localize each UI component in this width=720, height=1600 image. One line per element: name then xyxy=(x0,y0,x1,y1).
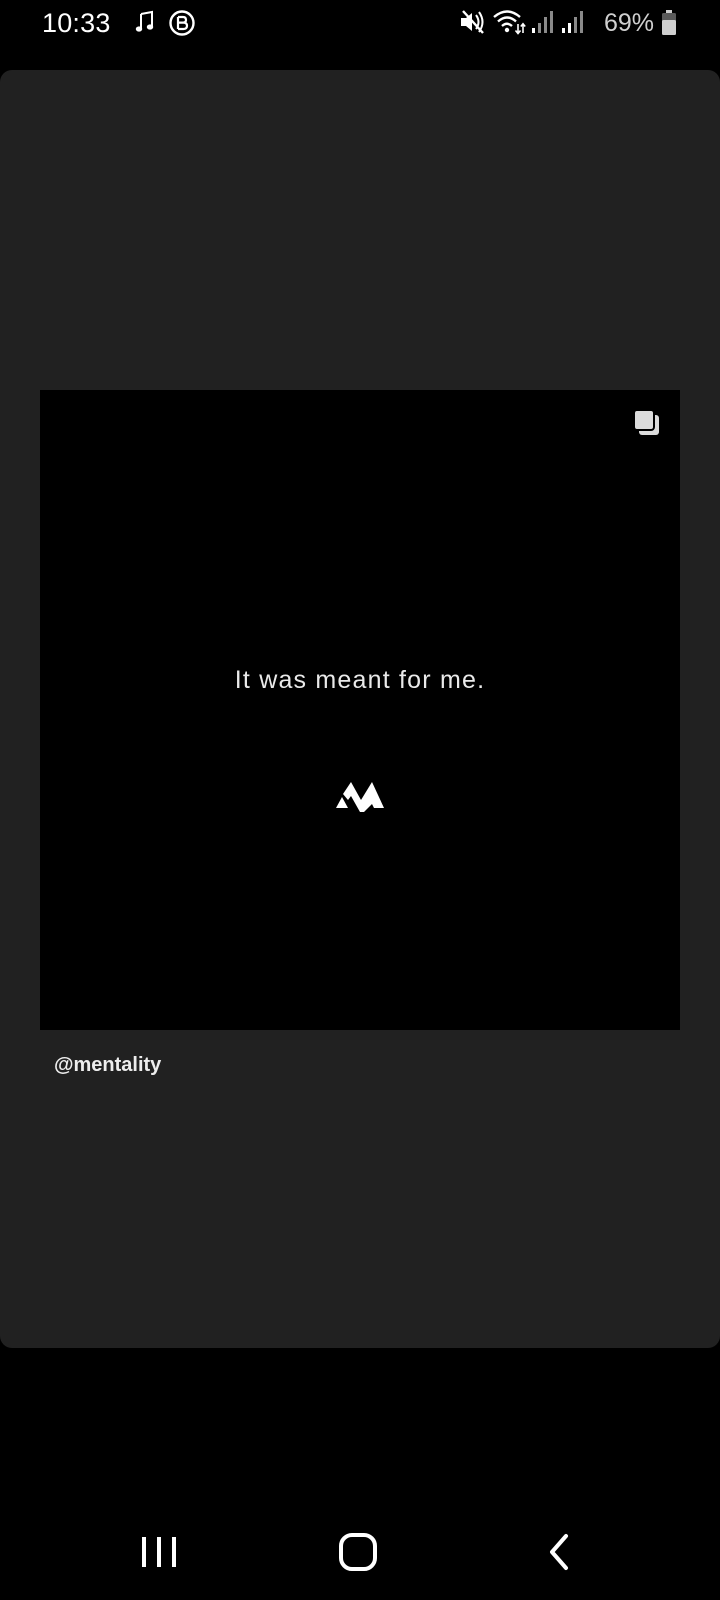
wifi-icon xyxy=(493,10,526,35)
mute-icon xyxy=(461,10,484,34)
post-card: It was meant for me. @mentality xyxy=(0,70,720,1348)
home-icon[interactable] xyxy=(336,1530,382,1574)
account-handle[interactable]: @mentality xyxy=(54,1052,161,1078)
battery-icon xyxy=(662,10,676,35)
carousel-icon xyxy=(633,409,659,435)
recents-icon[interactable] xyxy=(134,1532,184,1572)
navigation-bar xyxy=(0,1500,720,1600)
post-image[interactable]: It was meant for me. xyxy=(40,390,680,1030)
status-time: 10:33 xyxy=(42,8,111,38)
mentality-logo xyxy=(336,782,384,812)
signal-icon xyxy=(562,11,583,33)
signal-icon xyxy=(532,11,553,33)
battery-percent: 69% xyxy=(604,9,655,37)
music-note-icon xyxy=(135,10,154,32)
b-circle-icon xyxy=(169,10,195,36)
back-icon[interactable] xyxy=(540,1530,580,1574)
quote-text: It was meant for me. xyxy=(234,666,486,694)
status-bar: 10:33 69% xyxy=(0,0,720,48)
